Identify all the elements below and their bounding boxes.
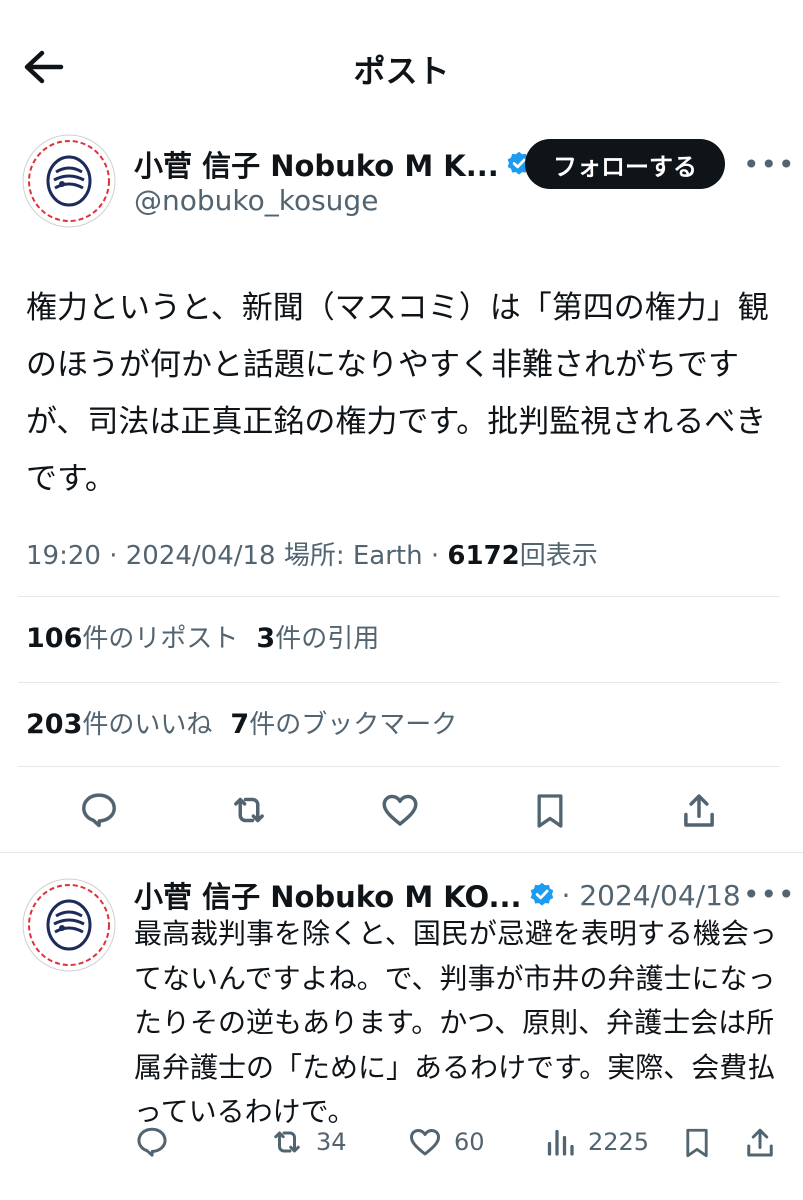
like-button[interactable] xyxy=(378,789,422,831)
repost-icon xyxy=(234,797,264,823)
view-count: 6172 xyxy=(447,541,520,571)
divider xyxy=(18,682,780,683)
bookmark-count: 7 xyxy=(230,709,250,740)
share-icon xyxy=(747,1128,773,1157)
repost-count-link[interactable]: 106件のリポスト xyxy=(26,623,239,654)
divider xyxy=(0,852,803,853)
reply-icon xyxy=(137,1127,167,1157)
reply-like-count: 60 xyxy=(454,1128,485,1156)
bookmark-count-link[interactable]: 7件のブックマーク xyxy=(230,709,458,740)
post-date[interactable]: 2024/04/18 xyxy=(126,541,276,571)
repost-button[interactable] xyxy=(227,789,271,831)
post-meta: 19:20 · 2024/04/18 場所: Earth · 6172回表示 xyxy=(26,541,598,571)
bookmark-label: 件のブックマーク xyxy=(249,710,458,740)
reply-icon xyxy=(82,793,116,828)
like-count: 203 xyxy=(26,709,83,740)
reply-text: 最高裁判事を除くと、国民が忌避を表明する機会ってないんですよね。で、判事が市井の… xyxy=(134,917,777,1128)
share-icon xyxy=(684,794,714,827)
reply-reply-button[interactable] xyxy=(134,1124,170,1160)
post-time[interactable]: 19:20 xyxy=(26,541,101,571)
author-name-row[interactable]: 小菅 信子 Nobuko M K... xyxy=(134,143,533,185)
like-icon xyxy=(410,1128,440,1156)
reply-bookmark-button[interactable] xyxy=(680,1124,714,1162)
bookmark-icon xyxy=(537,794,563,828)
page-title: ポスト xyxy=(353,52,450,90)
more-icon[interactable]: ••• xyxy=(743,878,796,911)
avatar[interactable] xyxy=(22,134,116,228)
reply-share-button[interactable] xyxy=(742,1124,778,1162)
reply-repost-button[interactable]: 34 xyxy=(268,1124,347,1160)
top-bar: ポスト xyxy=(0,0,803,130)
post-text: 権力というと、新聞（マスコミ）は「第四の権力」観のほうが何かと話題になりやすく非… xyxy=(26,290,769,497)
quote-count-link[interactable]: 3件の引用 xyxy=(256,623,380,654)
bookmark-icon xyxy=(686,1128,708,1158)
reply-button[interactable] xyxy=(78,789,120,831)
share-button[interactable] xyxy=(678,789,720,833)
reply-author-name[interactable]: 小菅 信子 Nobuko M KO... xyxy=(134,874,522,916)
reply-repost-count: 34 xyxy=(316,1128,347,1156)
views-icon xyxy=(547,1129,574,1156)
like-icon xyxy=(382,794,418,826)
divider xyxy=(18,596,780,597)
reply-views-button[interactable]: 2225 xyxy=(542,1124,649,1160)
repost-label: 件のリポスト xyxy=(82,624,239,654)
like-count-link[interactable]: 203件のいいね xyxy=(26,709,213,740)
bookmark-button[interactable] xyxy=(530,789,570,833)
author-name[interactable]: 小菅 信子 Nobuko M K... xyxy=(134,143,499,185)
repost-icon xyxy=(274,1131,300,1153)
divider xyxy=(18,766,780,767)
author-handle[interactable]: @nobuko_kosuge xyxy=(134,184,378,217)
like-stats: 203件のいいね 7件のブックマーク xyxy=(26,704,457,741)
quote-count: 3 xyxy=(256,623,276,654)
verified-badge-icon xyxy=(530,882,553,906)
reply-date[interactable]: · 2024/04/18 xyxy=(562,879,741,912)
quote-label: 件の引用 xyxy=(275,624,380,654)
repost-stats: 106件のリポスト 3件の引用 xyxy=(26,618,379,655)
avatar[interactable] xyxy=(22,878,116,972)
more-icon[interactable]: ••• xyxy=(743,148,796,181)
reply-author-row[interactable]: 小菅 信子 Nobuko M KO... · 2024/04/18 xyxy=(134,874,741,916)
reply-like-button[interactable]: 60 xyxy=(406,1124,485,1160)
reply-view-count: 2225 xyxy=(588,1128,650,1156)
view-label: 回表示 xyxy=(519,541,598,571)
post-location: 場所: Earth xyxy=(283,541,423,571)
repost-count: 106 xyxy=(26,623,83,654)
follow-button[interactable]: フォローする xyxy=(525,139,725,189)
like-label: 件のいいね xyxy=(82,710,213,740)
